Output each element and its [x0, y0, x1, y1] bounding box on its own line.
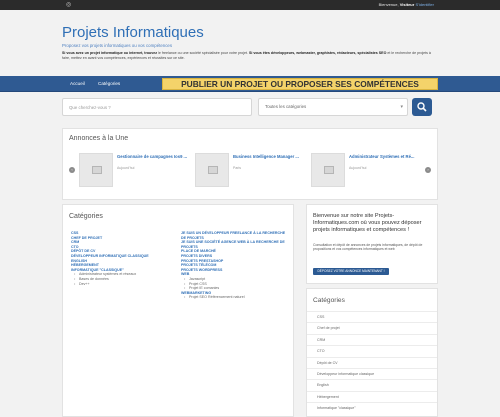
- sidebar-category-link[interactable]: CSS: [307, 311, 437, 322]
- search-button[interactable]: [412, 98, 432, 116]
- welcome-text: Bienvenue, Visiteur S'identifier: [378, 2, 434, 7]
- site-title[interactable]: Projets Informatiques: [62, 24, 204, 41]
- sidebar-category-link[interactable]: Développeur informatique classique: [307, 367, 437, 379]
- site-header: Projets Informatiques Proposez vos proje…: [0, 10, 500, 76]
- search-icon: [417, 102, 427, 112]
- sidebar-categories-list: CSS Chef de projet CRM CTO Dépôt de CV Dévelo…: [307, 311, 437, 414]
- featured-ad[interactable]: Administrateur Systèmes et Ré... Aujourd…: [311, 153, 423, 193]
- image-placeholder-icon: [92, 166, 102, 174]
- welcome-title: Bienvenue sur notre site Projets-Informa…: [313, 213, 422, 233]
- ad-meta: Paris: [233, 166, 241, 170]
- featured-ads-panel: Annonces à la Une ‹ › Gestionnaire de ca…: [62, 128, 438, 200]
- nav-home[interactable]: Accueil: [70, 81, 85, 87]
- carousel-prev-icon[interactable]: ‹: [69, 167, 75, 173]
- sidebar-categories-panel: Catégories CSS Chef de projet CRM CTO Dépôt …: [306, 288, 438, 417]
- categories-title: Catégories: [69, 213, 103, 220]
- search-bar: Toutes les catégories ▾: [62, 98, 438, 118]
- sidebar-category-link[interactable]: CTO: [307, 345, 437, 356]
- categories-panel: Catégories CSS CHEF DE PROJET CRM CTO DÉPÔT …: [62, 204, 294, 417]
- ad-title[interactable]: Gestionnaire de campagnes Ios9 ...: [117, 154, 191, 159]
- ad-thumbnail[interactable]: [311, 153, 345, 187]
- ad-thumbnail[interactable]: [79, 153, 113, 187]
- sidebar-categories-title: Catégories: [313, 297, 345, 304]
- subcategory-link[interactable]: Projet IE comanies: [181, 286, 289, 291]
- publish-project-button[interactable]: PUBLIER UN PROJET OU PROPOSER SES COMPÉT…: [162, 78, 438, 90]
- featured-ads-title: Annonces à la Une: [69, 135, 129, 142]
- sidebar-category-link[interactable]: Informatique "classique": [307, 402, 437, 413]
- sidebar-category-link[interactable]: English: [307, 379, 437, 390]
- image-placeholder-icon: [208, 166, 218, 174]
- ad-title[interactable]: Administrateur Systèmes et Ré...: [349, 154, 423, 159]
- category-select[interactable]: Toutes les catégories ▾: [258, 98, 408, 116]
- featured-ad[interactable]: Business Intelligence Manager ... Paris: [195, 153, 307, 193]
- welcome-panel: Bienvenue sur notre site Projets-Informa…: [306, 204, 438, 284]
- site-subtitle: Proposez vos projets informatiques ou vo…: [62, 43, 173, 48]
- ad-title[interactable]: Business Intelligence Manager ...: [233, 154, 307, 159]
- categories-column-2: JE SUIS UN DÉVELOPPEUR FREELANCE À LA RE…: [181, 231, 289, 300]
- category-link[interactable]: JE SUIS UNE SOCIÉTÉ AGENCE WEB À LA RECH…: [181, 240, 289, 249]
- ad-meta: Aujourd'hui: [117, 166, 135, 170]
- sidebar-category-link[interactable]: CRM: [307, 333, 437, 345]
- rss-icon[interactable]: ◎: [66, 2, 72, 8]
- nav-categories[interactable]: Catégories: [98, 81, 120, 87]
- featured-ad[interactable]: Gestionnaire de campagnes Ios9 ... Aujou…: [79, 153, 191, 193]
- carousel-next-icon[interactable]: ›: [425, 167, 431, 173]
- sidebar-category-link[interactable]: Chef de projet: [307, 322, 437, 333]
- login-link[interactable]: S'identifier: [415, 2, 434, 7]
- search-input[interactable]: [62, 98, 252, 116]
- site-description: Si vous avez un projet informatique ou i…: [62, 51, 431, 60]
- sidebar-category-link[interactable]: Dépôt de CV: [307, 356, 437, 368]
- sidebar-category-link[interactable]: Hébergement: [307, 390, 437, 402]
- categories-column-1: CSS CHEF DE PROJET CRM CTO DÉPÔT DE CV DÉVELO…: [71, 231, 179, 286]
- post-ad-button[interactable]: DÉPOSEZ VOTRE ANNONCE MAINTENANT !: [313, 268, 389, 275]
- category-link[interactable]: JE SUIS UN DÉVELOPPEUR FREELANCE À LA RE…: [181, 231, 289, 240]
- subcategory-link[interactable]: Projet SEO Référencement naturel: [181, 295, 289, 300]
- ad-meta: Aujourd'hui: [349, 166, 367, 170]
- ad-thumbnail[interactable]: [195, 153, 229, 187]
- main-nav: Accueil Catégories PUBLIER UN PROJET OU …: [0, 76, 500, 92]
- subcategory-link[interactable]: Dev++: [71, 282, 179, 287]
- image-placeholder-icon: [324, 166, 334, 174]
- welcome-user: Visiteur: [399, 2, 415, 7]
- chevron-down-icon: ▾: [400, 104, 403, 110]
- top-bar: ◎ Bienvenue, Visiteur S'identifier: [0, 0, 500, 10]
- welcome-text-body: Consultation et dépôt de annonces de pro…: [313, 243, 423, 252]
